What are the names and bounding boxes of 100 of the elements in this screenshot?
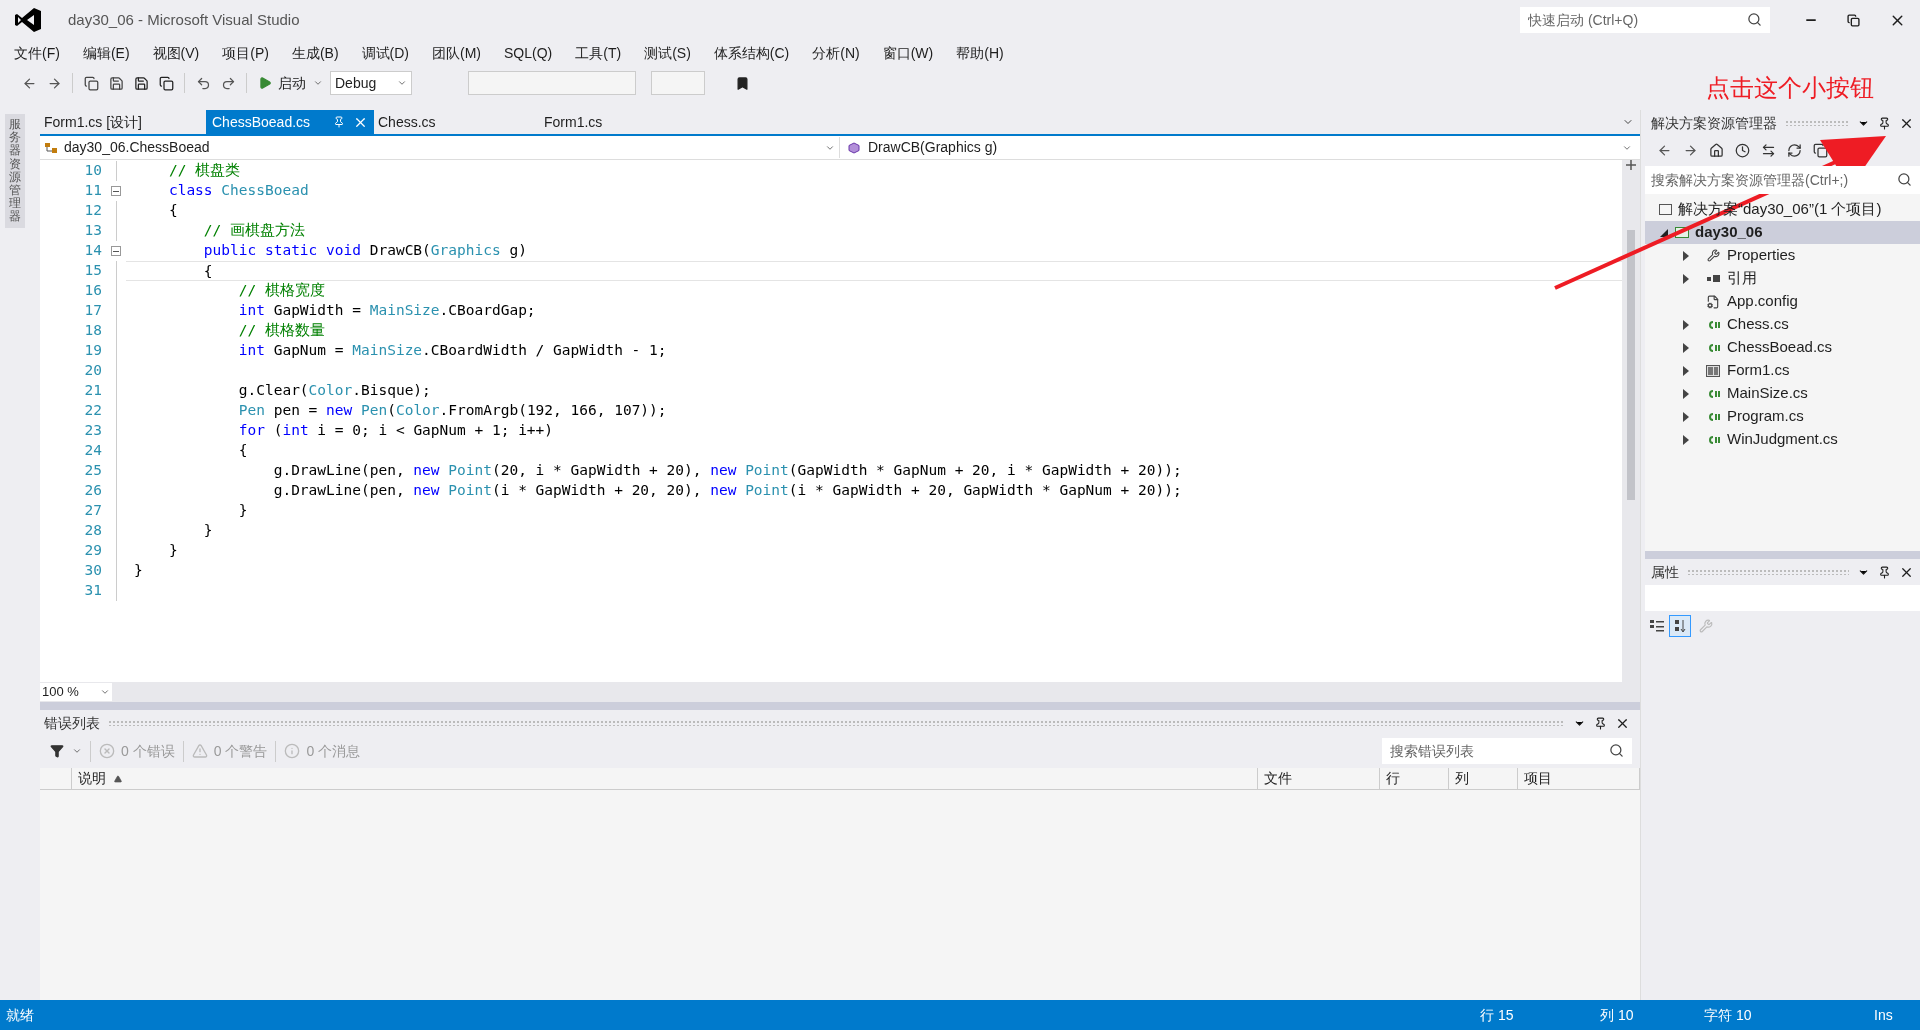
configuration-dropdown[interactable]: Debug xyxy=(330,71,412,95)
search-icon xyxy=(1747,12,1762,27)
code-line: g.DrawLine(pen, new Point(i * GapWidth + 20, 20), new Point(i * GapWidth + 20, GapWidth * GapNum + 20)); xyxy=(272,481,1183,500)
expand-icon[interactable] xyxy=(1683,319,1689,330)
menu-item[interactable]: 调试(D) xyxy=(353,42,417,64)
line-number: 24 xyxy=(83,441,103,461)
menu-item[interactable]: SQL(Q) xyxy=(496,42,561,64)
column-header[interactable]: 文件 xyxy=(1258,768,1380,789)
tree-item[interactable]: Program.cs xyxy=(1727,405,1804,428)
menu-item[interactable]: 窗口(W) xyxy=(874,42,942,64)
zoom-dropdown[interactable]: 100 % xyxy=(40,683,112,701)
search-icon xyxy=(1609,743,1624,758)
quick-launch-field[interactable]: 快速启动 (Ctrl+Q) xyxy=(1520,7,1770,33)
menu-item[interactable]: 文件(F) xyxy=(6,42,68,64)
panel-title: 属性 xyxy=(1651,562,1679,582)
menu-item[interactable]: 编辑(E) xyxy=(74,42,138,64)
menu-item[interactable]: 生成(B) xyxy=(283,42,347,64)
line-number: 23 xyxy=(83,421,103,441)
menu-item[interactable]: 视图(V) xyxy=(144,42,208,64)
line-number: 29 xyxy=(83,541,103,561)
info-icon xyxy=(284,743,301,759)
code-line: class ChessBoead xyxy=(167,181,310,200)
csharp-file-icon xyxy=(1706,319,1720,330)
filter-icon[interactable] xyxy=(50,744,64,758)
solution-icon xyxy=(1659,204,1672,215)
project-icon xyxy=(1675,227,1689,238)
type-dropdown[interactable]: day30_06.ChessBoead xyxy=(40,137,840,158)
code-line: // 棋格数量 xyxy=(237,321,326,340)
expand-icon[interactable] xyxy=(1683,273,1689,284)
column-indicator: 列 10 xyxy=(1600,1005,1635,1025)
line-number: 18 xyxy=(83,321,103,341)
tree-item[interactable]: MainSize.cs xyxy=(1727,382,1808,405)
code-line: g.Clear(Color.Bisque); xyxy=(237,381,432,400)
column-header[interactable]: 说明 xyxy=(72,768,1258,789)
caret-icon[interactable] xyxy=(72,746,82,756)
side-tab[interactable]: 服务器资源管理器 xyxy=(5,114,25,228)
menu-item[interactable]: 体系结构(C) xyxy=(705,42,798,64)
solution-search-field[interactable]: 搜索解决方案资源管理器(Ctrl+;) xyxy=(1645,166,1920,194)
column-header[interactable]: 行 xyxy=(1380,768,1449,789)
collapse-arrow-icon[interactable] xyxy=(1659,227,1669,238)
sort-down-icon xyxy=(1674,619,1686,633)
scrollbar-thumb[interactable] xyxy=(1627,230,1635,500)
expand-icon[interactable] xyxy=(1683,411,1689,422)
column-header[interactable]: 列 xyxy=(1449,768,1518,789)
references-icon xyxy=(1706,275,1720,282)
line-number: 21 xyxy=(83,381,103,401)
column-header[interactable]: 项目 xyxy=(1518,768,1640,789)
tree-item[interactable]: WinJudgment.cs xyxy=(1727,428,1838,451)
wrench-icon xyxy=(1706,249,1720,262)
tree-item[interactable]: App.config xyxy=(1727,290,1798,313)
editor-tab[interactable]: Form1.cs xyxy=(540,110,706,134)
start-button[interactable]: 启动 xyxy=(254,72,310,94)
code-line: int GapWidth = MainSize.CBoardGap; xyxy=(237,301,537,320)
menu-item[interactable]: 团队(M) xyxy=(424,42,489,64)
editor-tab[interactable]: Chess.cs xyxy=(374,110,540,134)
collapse-icon[interactable] xyxy=(111,186,121,196)
error-icon xyxy=(99,743,115,759)
categorized-icon[interactable] xyxy=(1649,619,1665,633)
code-line: for (int i = 0; i < GapNum + 1; i++) xyxy=(237,421,555,440)
csharp-file-icon xyxy=(1706,434,1720,445)
caret-icon[interactable] xyxy=(313,78,323,88)
menu-item[interactable]: 项目(P) xyxy=(214,42,277,64)
alphabetical-button[interactable] xyxy=(1669,615,1691,637)
expand-icon[interactable] xyxy=(1683,365,1689,376)
tree-item[interactable]: Form1.cs xyxy=(1727,359,1790,382)
expand-icon[interactable] xyxy=(1683,342,1689,353)
line-number: 26 xyxy=(83,481,103,501)
collapse-icon[interactable] xyxy=(111,246,121,256)
error-search-field[interactable]: 搜索错误列表 xyxy=(1382,738,1632,764)
tree-item[interactable]: Chess.cs xyxy=(1727,313,1789,336)
menu-item[interactable]: 工具(T) xyxy=(567,42,630,64)
line-number: 28 xyxy=(83,521,103,541)
member-dropdown[interactable]: DrawCB(Graphics g) xyxy=(840,137,1640,158)
code-line: } xyxy=(167,541,179,560)
code-line: // 棋格宽度 xyxy=(237,281,326,300)
menu-item[interactable]: 分析(N) xyxy=(804,42,868,64)
expand-icon[interactable] xyxy=(1683,250,1689,261)
form-icon xyxy=(1706,364,1720,377)
menu-item[interactable]: 测试(S) xyxy=(636,42,699,64)
split-icon[interactable] xyxy=(1626,160,1636,170)
pin-icon[interactable] xyxy=(1878,116,1891,130)
expand-icon[interactable] xyxy=(1683,434,1689,445)
editor-tab[interactable]: Form1.cs [设计] xyxy=(40,110,206,134)
code-line: } xyxy=(202,521,214,540)
line-number: 30 xyxy=(83,561,103,581)
pin-icon[interactable] xyxy=(1594,716,1607,730)
csharp-file-icon xyxy=(1706,388,1720,399)
status-text: 就绪 xyxy=(6,1005,34,1025)
menu-item[interactable]: 帮助(H) xyxy=(948,42,1012,64)
expand-icon[interactable] xyxy=(1683,388,1689,399)
caret-icon xyxy=(397,78,407,88)
code-line: { xyxy=(126,261,1622,281)
tree-item[interactable]: 引用 xyxy=(1727,267,1757,290)
char-indicator: 字符 10 xyxy=(1704,1005,1753,1025)
tree-item[interactable]: Properties xyxy=(1727,244,1796,267)
line-number: 19 xyxy=(83,341,103,361)
line-number: 20 xyxy=(83,361,103,381)
pin-icon[interactable] xyxy=(1878,565,1891,579)
tree-item[interactable]: ChessBoead.cs xyxy=(1727,336,1833,359)
tree-item[interactable]: day30_06 xyxy=(1645,221,1920,244)
